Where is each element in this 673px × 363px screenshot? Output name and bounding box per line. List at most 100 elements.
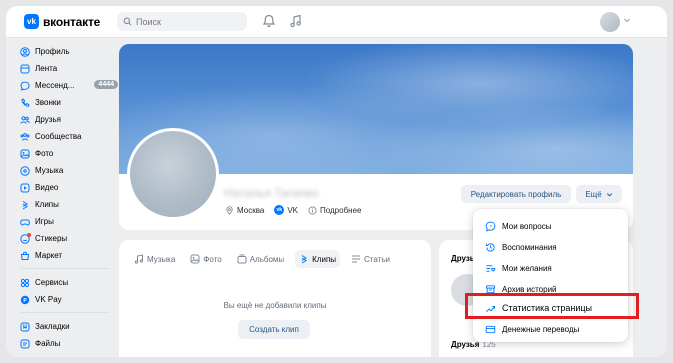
sidebar-item-bookmarks[interactable]: Закладки [20, 318, 115, 335]
content-card: Музыка Фото Альбомы Клипы Статьи Вы ещё … [119, 240, 431, 357]
profile-name: Наталья Тагаева [224, 186, 319, 200]
search-box[interactable] [117, 12, 247, 31]
music-icon [20, 165, 30, 176]
sidebar-item-label: Видео [35, 183, 59, 192]
albums-icon [237, 254, 247, 264]
wishes-icon [486, 264, 496, 272]
music-icon [134, 254, 144, 264]
vk-badge-icon: vk [274, 205, 285, 215]
sidebar-item-clips[interactable]: Клипы [20, 196, 115, 213]
avatar[interactable] [600, 12, 620, 32]
sidebar-item-label: Игры [35, 217, 54, 226]
menu-item-label: Мои вопросы [502, 221, 552, 231]
more-button-label: Ещё [585, 189, 602, 199]
music-icon[interactable] [289, 14, 303, 28]
articles-icon [352, 255, 361, 263]
menu-item-label: Мои желания [502, 263, 552, 273]
games-icon [20, 219, 30, 226]
sidebar-item-photo[interactable]: Фото [20, 145, 115, 162]
sidebar-item-communities[interactable]: Сообщества [20, 128, 115, 145]
profile-city[interactable]: Москва [225, 206, 264, 215]
svg-text:?: ? [489, 223, 492, 228]
city-text: Москва [237, 205, 265, 215]
sidebar-item-feed[interactable]: Лента [20, 60, 115, 77]
menu-item-memories[interactable]: Воспоминания [485, 240, 557, 254]
sidebar-divider [20, 268, 110, 269]
search-icon [123, 17, 132, 26]
chevron-down-icon[interactable] [623, 16, 631, 24]
more-button[interactable]: Ещё [576, 185, 622, 203]
sidebar-item-label: Маркет [35, 251, 63, 260]
sidebar-item-label: Фото [35, 149, 54, 158]
sidebar-item-music[interactable]: Музыка [20, 162, 115, 179]
sidebar-item-stickers[interactable]: Стикеры [20, 230, 115, 247]
sidebar-item-label: VK Pay [35, 295, 62, 304]
top-bar: vk вконтакте [6, 6, 667, 38]
sidebar-item-label: Закладки [35, 322, 70, 331]
search-input[interactable] [136, 16, 236, 27]
sidebar-item-files[interactable]: Файлы [20, 335, 115, 352]
profile-icon [20, 46, 30, 57]
location-icon [226, 205, 233, 215]
friends-title-text: Друзья [451, 340, 480, 349]
tab-label: Клипы [312, 254, 337, 264]
questions-icon: ? [485, 221, 496, 232]
bell-icon[interactable] [262, 14, 276, 28]
profile-details-link[interactable]: Подробнее [308, 205, 362, 215]
sidebar-item-label: Звонки [35, 98, 61, 107]
sidebar-item-calls[interactable]: Звонки [20, 94, 115, 111]
photo-icon [190, 254, 200, 264]
communities-icon [20, 132, 30, 141]
sidebar-item-vkpay[interactable]: P VK Pay [20, 291, 115, 308]
video-icon [20, 183, 30, 192]
menu-item-wishes[interactable]: Мои желания [485, 261, 552, 275]
sidebar-divider [20, 312, 110, 313]
menu-item-money-transfers[interactable]: Денежные переводы [485, 322, 579, 336]
clips-icon [22, 200, 28, 209]
sidebar-item-market[interactable]: Маркет [20, 247, 115, 264]
vk-logo[interactable]: vk вконтакте [24, 14, 100, 29]
tab-label: Статьи [364, 254, 390, 264]
sidebar-item-label: Сервисы [35, 278, 69, 287]
menu-item-questions[interactable]: ? Мои вопросы [485, 219, 551, 233]
edit-profile-button[interactable]: Редактировать профиль [461, 185, 571, 203]
more-dropdown-menu: ? Мои вопросы Воспоминания Мои желания А… [473, 209, 628, 342]
tab-albums[interactable]: Альбомы [233, 250, 288, 268]
files-icon [20, 339, 30, 348]
sidebar-item-label: Сообщества [35, 132, 82, 141]
chevron-down-icon [606, 192, 612, 196]
profile-vk-link[interactable]: vk VK [274, 205, 298, 215]
sidebar: Профиль Лента Мессенд... 4444 Звонки Дру… [20, 43, 118, 352]
sidebar-item-profile[interactable]: Профиль [20, 43, 115, 60]
create-clip-button[interactable]: Создать клип [238, 320, 310, 339]
sidebar-item-friends[interactable]: Друзья [20, 111, 115, 128]
highlight-frame [465, 293, 639, 319]
tab-label: Альбомы [249, 254, 285, 264]
sidebar-item-messenger[interactable]: Мессенд... 4444 [20, 77, 118, 94]
sidebar-item-services[interactable]: Сервисы [20, 274, 115, 291]
profile-avatar[interactable] [127, 128, 219, 220]
content-tabs: Музыка Фото Альбомы Клипы Статьи [130, 250, 394, 268]
sidebar-item-label: Файлы [35, 339, 61, 348]
tab-label: Музыка [147, 254, 176, 264]
profile-meta: Москва vk VK Подробнее [225, 205, 361, 215]
tab-clips[interactable]: Клипы [295, 250, 341, 268]
empty-state-text: Вы ещё не добавили клипы [223, 301, 327, 310]
friends-icon [20, 115, 30, 124]
sidebar-item-label: Стикеры [35, 234, 68, 243]
bookmarks-icon [20, 322, 30, 331]
phone-icon [21, 98, 30, 107]
details-text: Подробнее [319, 205, 362, 215]
sidebar-item-label: Профиль [35, 47, 70, 56]
tab-music[interactable]: Музыка [130, 250, 179, 268]
messenger-icon [20, 80, 30, 91]
money-transfer-icon [485, 325, 496, 333]
sidebar-item-video[interactable]: Видео [20, 179, 115, 196]
tab-articles[interactable]: Статьи [347, 250, 394, 268]
sidebar-item-label: Друзья [35, 115, 61, 124]
services-icon [20, 278, 30, 287]
info-icon [308, 205, 317, 215]
sidebar-item-games[interactable]: Игры [20, 213, 115, 230]
tab-photo[interactable]: Фото [186, 250, 225, 268]
menu-item-label: Денежные переводы [502, 324, 580, 334]
